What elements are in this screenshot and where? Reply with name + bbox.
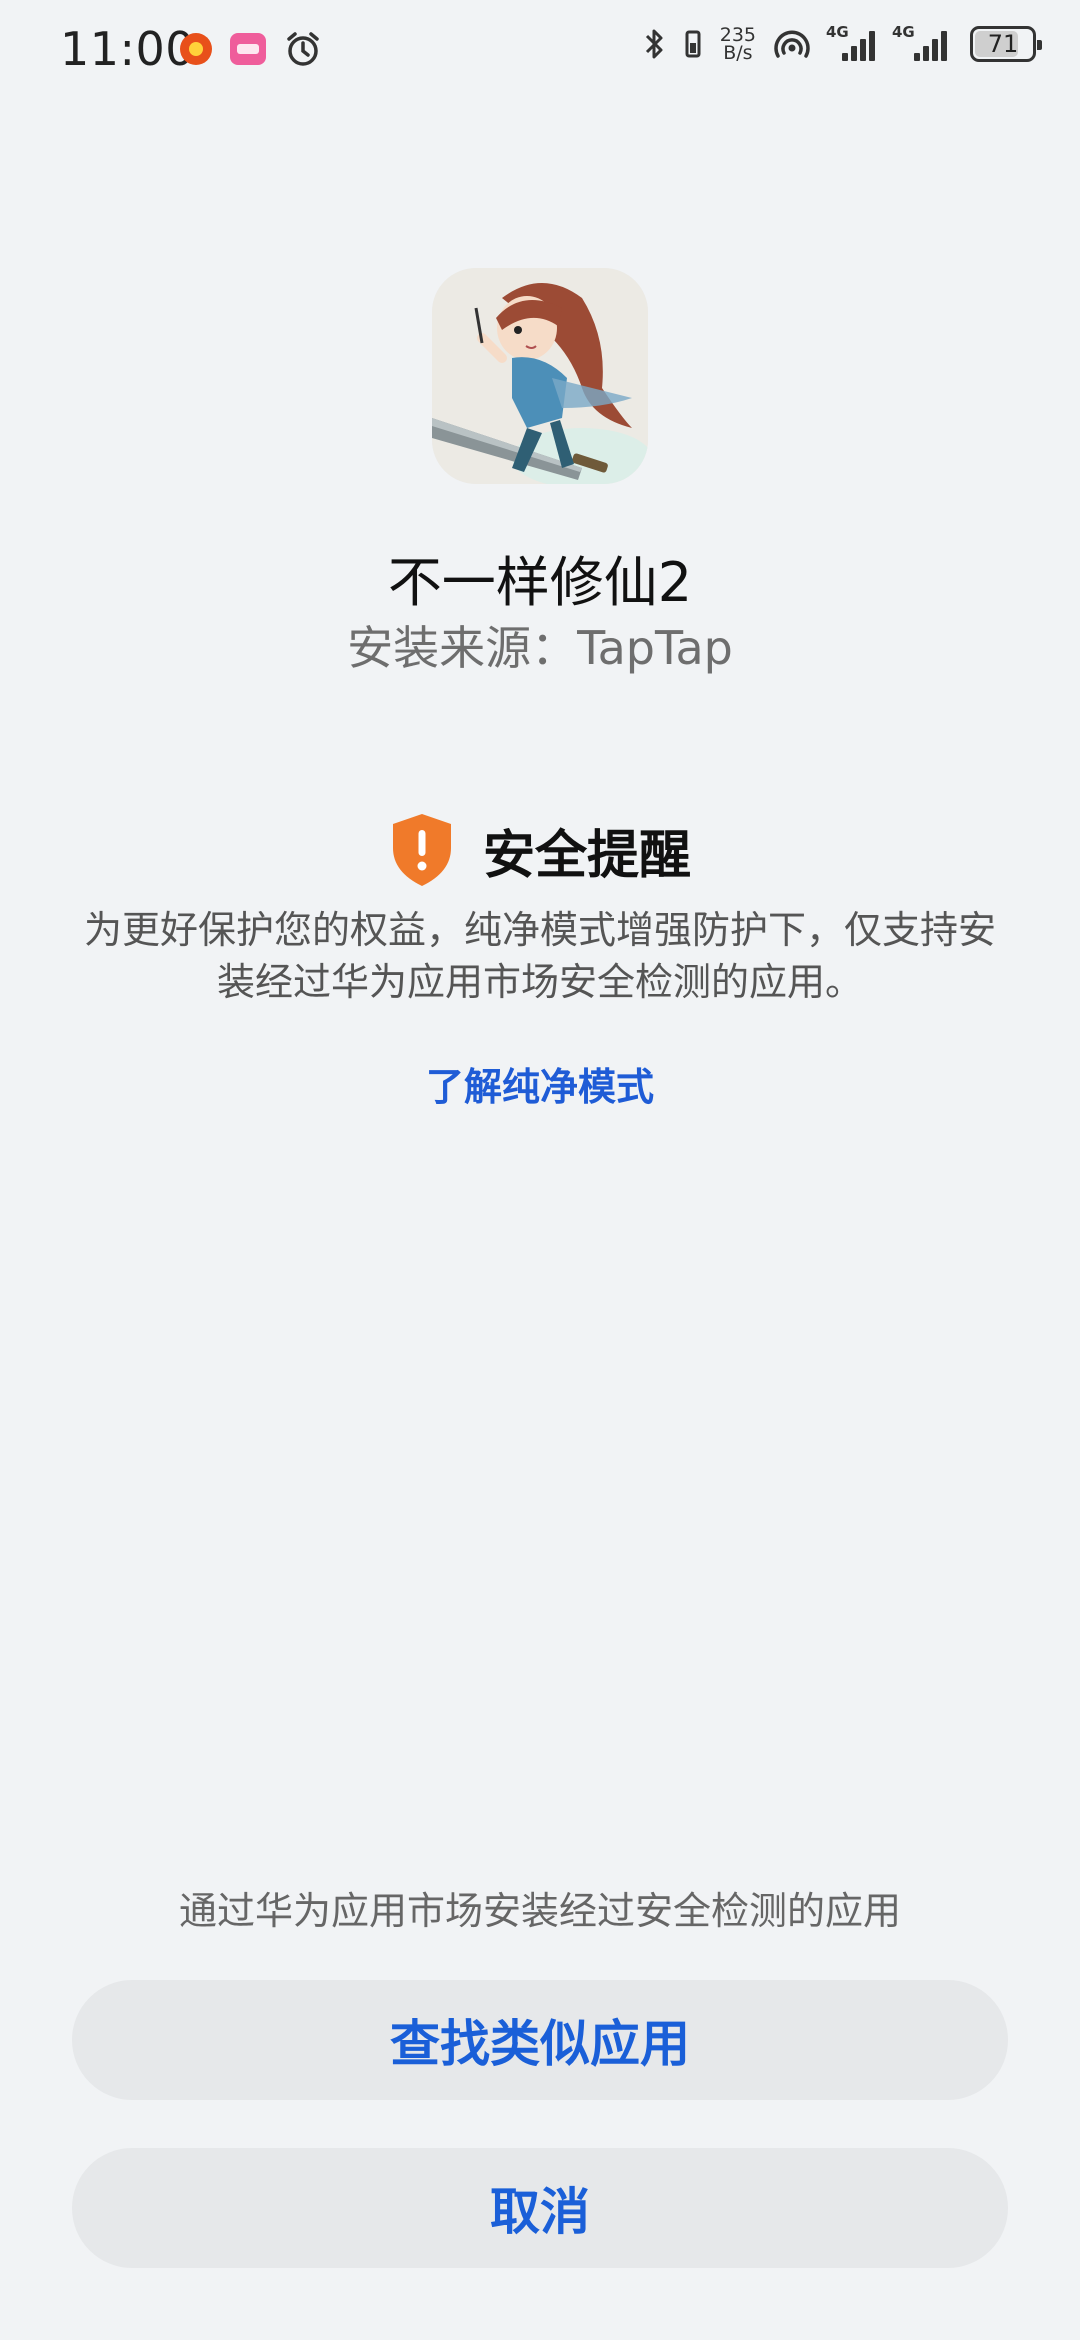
signal-icon: 4G [826,23,878,61]
signal-icon: 4G [892,23,954,61]
cancel-button[interactable]: 取消 [72,2148,1008,2268]
status-right-icons: 235 B/s 4G 4G 71 [644,23,1042,64]
alarm-icon [287,32,319,66]
security-notice-body: 为更好保护您的权益，纯净模式增强防护下，仅支持安装经过华为应用市场安全检测的应用… [83,908,996,1004]
app-name: 不一样修仙2 [387,551,693,614]
app-icon [432,268,648,484]
hotspot-icon [774,30,810,58]
security-notice-header: 安全提醒 [0,812,1080,888]
status-time: 11:00 [60,22,196,76]
install-source: 安装来源：TapTap [347,621,733,675]
security-notice-title: 安全提醒 [482,825,691,886]
network-speed: 235 B/s [719,24,756,64]
bottom-hint: 通过华为应用市场安装经过安全检测的应用 [178,1889,901,1933]
app-notification-icon [230,33,266,65]
bluetooth-icon [645,29,663,59]
find-similar-apps-button[interactable]: 查找类似应用 [72,1980,1008,2100]
vibrate-icon [685,30,701,58]
game-character-illustration [432,268,648,484]
install-blocked-screen: 11:00 235 B/s 4G 4G 71 不一样修仙2 安装来源：TapTa… [0,0,1080,2340]
learn-pure-mode-link[interactable]: 了解纯净模式 [0,1056,1080,1111]
status-bar: 11:00 235 B/s 4G 4G 71 [0,0,1080,100]
app-notification-icon [180,33,212,65]
battery-icon: 71 [970,26,1042,62]
shield-warning-icon [392,814,451,886]
notification-icons [180,30,322,68]
